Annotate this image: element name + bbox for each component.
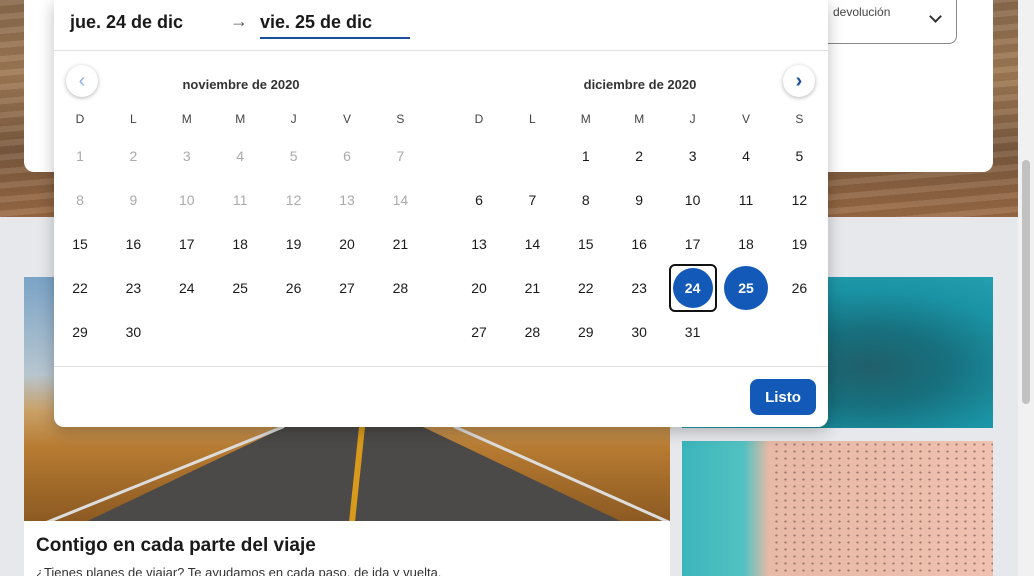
month-title-december: diciembre de 2020 xyxy=(583,77,697,92)
calendar-day-21[interactable]: 21 xyxy=(510,266,554,310)
active-input-underline xyxy=(260,37,410,39)
divider xyxy=(54,366,828,367)
calendar-day-21[interactable]: 21 xyxy=(378,222,422,266)
calendar-day-4: 4 xyxy=(236,148,245,164)
arrow-right-icon: → xyxy=(230,11,248,31)
calendar-day-1[interactable]: 1 xyxy=(564,134,608,178)
calendar-day-29[interactable]: 29 xyxy=(58,310,102,354)
calendar-day-28[interactable]: 28 xyxy=(510,310,554,354)
weekday-label: S xyxy=(396,112,405,126)
calendar-day-4[interactable]: 4 xyxy=(724,134,768,178)
calendar-day-3[interactable]: 3 xyxy=(671,134,715,178)
chevron-down-icon xyxy=(929,10,942,23)
calendar-day-25[interactable]: 25 xyxy=(724,266,768,310)
calendar-day-31[interactable]: 31 xyxy=(671,310,715,354)
calendar-day-10: 10 xyxy=(179,192,195,208)
calendar-day-19[interactable]: 19 xyxy=(777,222,821,266)
calendar-day-19[interactable]: 19 xyxy=(272,222,316,266)
calendar-day-18[interactable]: 18 xyxy=(218,222,262,266)
calendar-day-27[interactable]: 27 xyxy=(457,310,501,354)
month-title-november: noviembre de 2020 xyxy=(182,77,300,92)
selected-day-marker: 24 xyxy=(672,268,713,308)
calendar-day-17[interactable]: 17 xyxy=(165,222,209,266)
calendar-day-12: 12 xyxy=(285,192,302,208)
weekday-label: J xyxy=(689,112,696,126)
calendar-day-15[interactable]: 15 xyxy=(564,222,608,266)
calendar-day-8: 8 xyxy=(76,192,84,208)
weekday-label: D xyxy=(474,112,484,126)
weekday-label: M xyxy=(634,112,645,126)
chevron-right-icon: › xyxy=(795,70,803,92)
weekday-label: M xyxy=(580,112,591,126)
weekday-label: L xyxy=(130,112,137,126)
calendar-day-22[interactable]: 22 xyxy=(58,266,102,310)
chevron-left-icon: ‹ xyxy=(78,70,86,92)
calendar-day-11: 11 xyxy=(232,192,248,208)
weekday-label: D xyxy=(75,112,85,126)
return-field-label: devolución xyxy=(833,5,891,19)
calendar-day-13[interactable]: 13 xyxy=(457,222,501,266)
calendar-day-18[interactable]: 18 xyxy=(724,222,768,266)
page-scrollbar[interactable] xyxy=(1018,0,1034,576)
calendar-day-16[interactable]: 16 xyxy=(111,222,155,266)
calendar-day-23[interactable]: 23 xyxy=(617,266,661,310)
calendar-day-3: 3 xyxy=(182,148,191,164)
calendar-day-14: 14 xyxy=(392,192,409,208)
calendar-day-26[interactable]: 26 xyxy=(777,266,821,310)
calendar-day-26[interactable]: 26 xyxy=(272,266,316,310)
return-date-field[interactable]: devolución xyxy=(818,0,957,44)
calendar-day-22[interactable]: 22 xyxy=(564,266,608,310)
calendar-day-2[interactable]: 2 xyxy=(617,134,661,178)
calendar-day-14[interactable]: 14 xyxy=(510,222,554,266)
calendar-day-7[interactable]: 7 xyxy=(510,178,554,222)
card-title: Contigo en cada parte del viaje xyxy=(36,535,316,556)
weekday-label: J xyxy=(290,112,297,126)
calendar-day-25[interactable]: 25 xyxy=(218,266,262,310)
calendar-day-12[interactable]: 12 xyxy=(777,178,821,222)
return-date-input[interactable]: vie. 25 de dic xyxy=(260,12,372,33)
divider xyxy=(54,50,828,51)
calendar-day-1: 1 xyxy=(76,148,84,164)
done-button[interactable]: Listo xyxy=(750,379,816,415)
calendar-day-27[interactable]: 27 xyxy=(325,266,369,310)
calendar-day-10[interactable]: 10 xyxy=(671,178,715,222)
calendar-day-30[interactable]: 30 xyxy=(111,310,155,354)
calendar-day-6: 6 xyxy=(343,148,351,164)
calendar-day-13: 13 xyxy=(339,192,355,208)
calendar-day-9[interactable]: 9 xyxy=(617,178,661,222)
weekday-label: S xyxy=(795,112,804,126)
weekday-label: L xyxy=(529,112,536,126)
calendar-day-7: 7 xyxy=(396,148,405,164)
calendar-day-23[interactable]: 23 xyxy=(111,266,155,310)
date-picker: jue. 24 de dic → vie. 25 de dic ‹ › novi… xyxy=(54,0,828,427)
calendar-day-15[interactable]: 15 xyxy=(58,222,102,266)
weekday-label: V xyxy=(741,112,750,126)
departure-date-input[interactable]: jue. 24 de dic xyxy=(70,12,183,33)
beach-image[interactable] xyxy=(682,441,993,576)
calendar-day-24[interactable]: 24 xyxy=(668,264,717,312)
calendar-day-11[interactable]: 11 xyxy=(724,178,768,222)
calendar-day-9: 9 xyxy=(129,192,138,208)
calendar-day-8[interactable]: 8 xyxy=(564,178,608,222)
scrollbar-thumb[interactable] xyxy=(1022,160,1030,404)
calendar-day-5: 5 xyxy=(289,148,298,164)
calendar-day-29[interactable]: 29 xyxy=(564,310,608,354)
calendar-day-16[interactable]: 16 xyxy=(617,222,661,266)
weekday-label: M xyxy=(181,112,192,126)
weekday-label: V xyxy=(342,112,351,126)
next-month-button[interactable]: › xyxy=(783,65,815,97)
calendar-day-6[interactable]: 6 xyxy=(457,178,501,222)
calendar-day-30[interactable]: 30 xyxy=(617,310,661,354)
card-description: ¿Tienes planes de viajar? Te ayudamos en… xyxy=(36,565,442,576)
calendar-day-20[interactable]: 20 xyxy=(325,222,369,266)
calendar-day-20[interactable]: 20 xyxy=(457,266,501,310)
calendar-day-2: 2 xyxy=(129,148,138,164)
weekday-label: M xyxy=(235,112,246,126)
calendar-day-28[interactable]: 28 xyxy=(378,266,422,310)
calendar-day-24[interactable]: 24 xyxy=(165,266,209,310)
calendar-day-5[interactable]: 5 xyxy=(777,134,821,178)
previous-month-button[interactable]: ‹ xyxy=(66,65,98,97)
calendar-day-17[interactable]: 17 xyxy=(671,222,715,266)
